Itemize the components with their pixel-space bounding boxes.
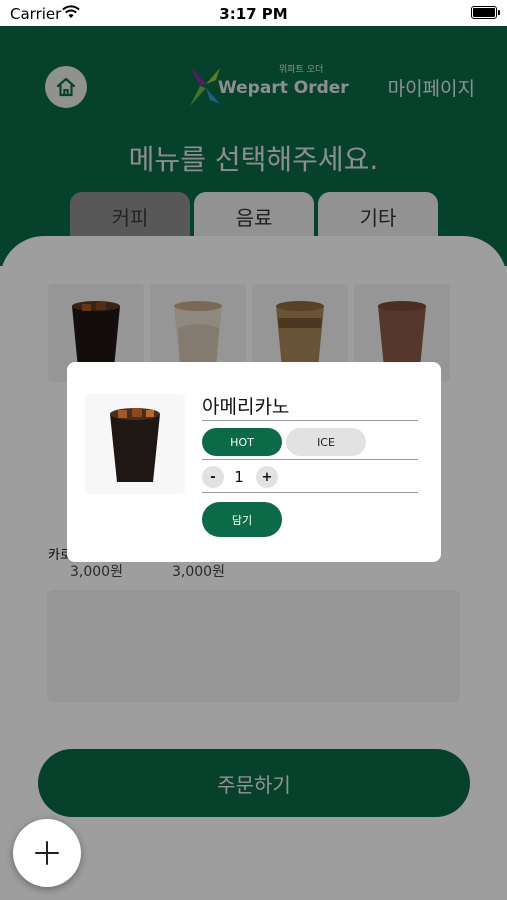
add-to-cart-button[interactable]: 담기 — [202, 502, 282, 537]
modal-product-name: 아메리카노 — [202, 396, 290, 418]
quantity-decrease-button[interactable]: - — [202, 466, 224, 488]
divider — [202, 459, 418, 460]
iced-americano-image — [110, 408, 160, 482]
fab-button[interactable] — [13, 819, 81, 887]
option-hot-button[interactable]: HOT — [202, 428, 282, 456]
clock: 3:17 PM — [219, 5, 288, 23]
quantity-increase-button[interactable]: + — [256, 466, 278, 488]
divider — [202, 492, 418, 493]
divider — [202, 420, 418, 421]
option-ice-button[interactable]: ICE — [286, 428, 366, 456]
status-bar: Carrier 3:17 PM — [0, 0, 507, 26]
menu-option-modal: 아메리카노 HOT ICE - 1 + 담기 — [67, 362, 441, 562]
plus-icon — [35, 841, 59, 865]
battery-icon — [471, 6, 500, 19]
modal-product-image — [85, 394, 185, 494]
quantity-value: 1 — [234, 468, 244, 486]
